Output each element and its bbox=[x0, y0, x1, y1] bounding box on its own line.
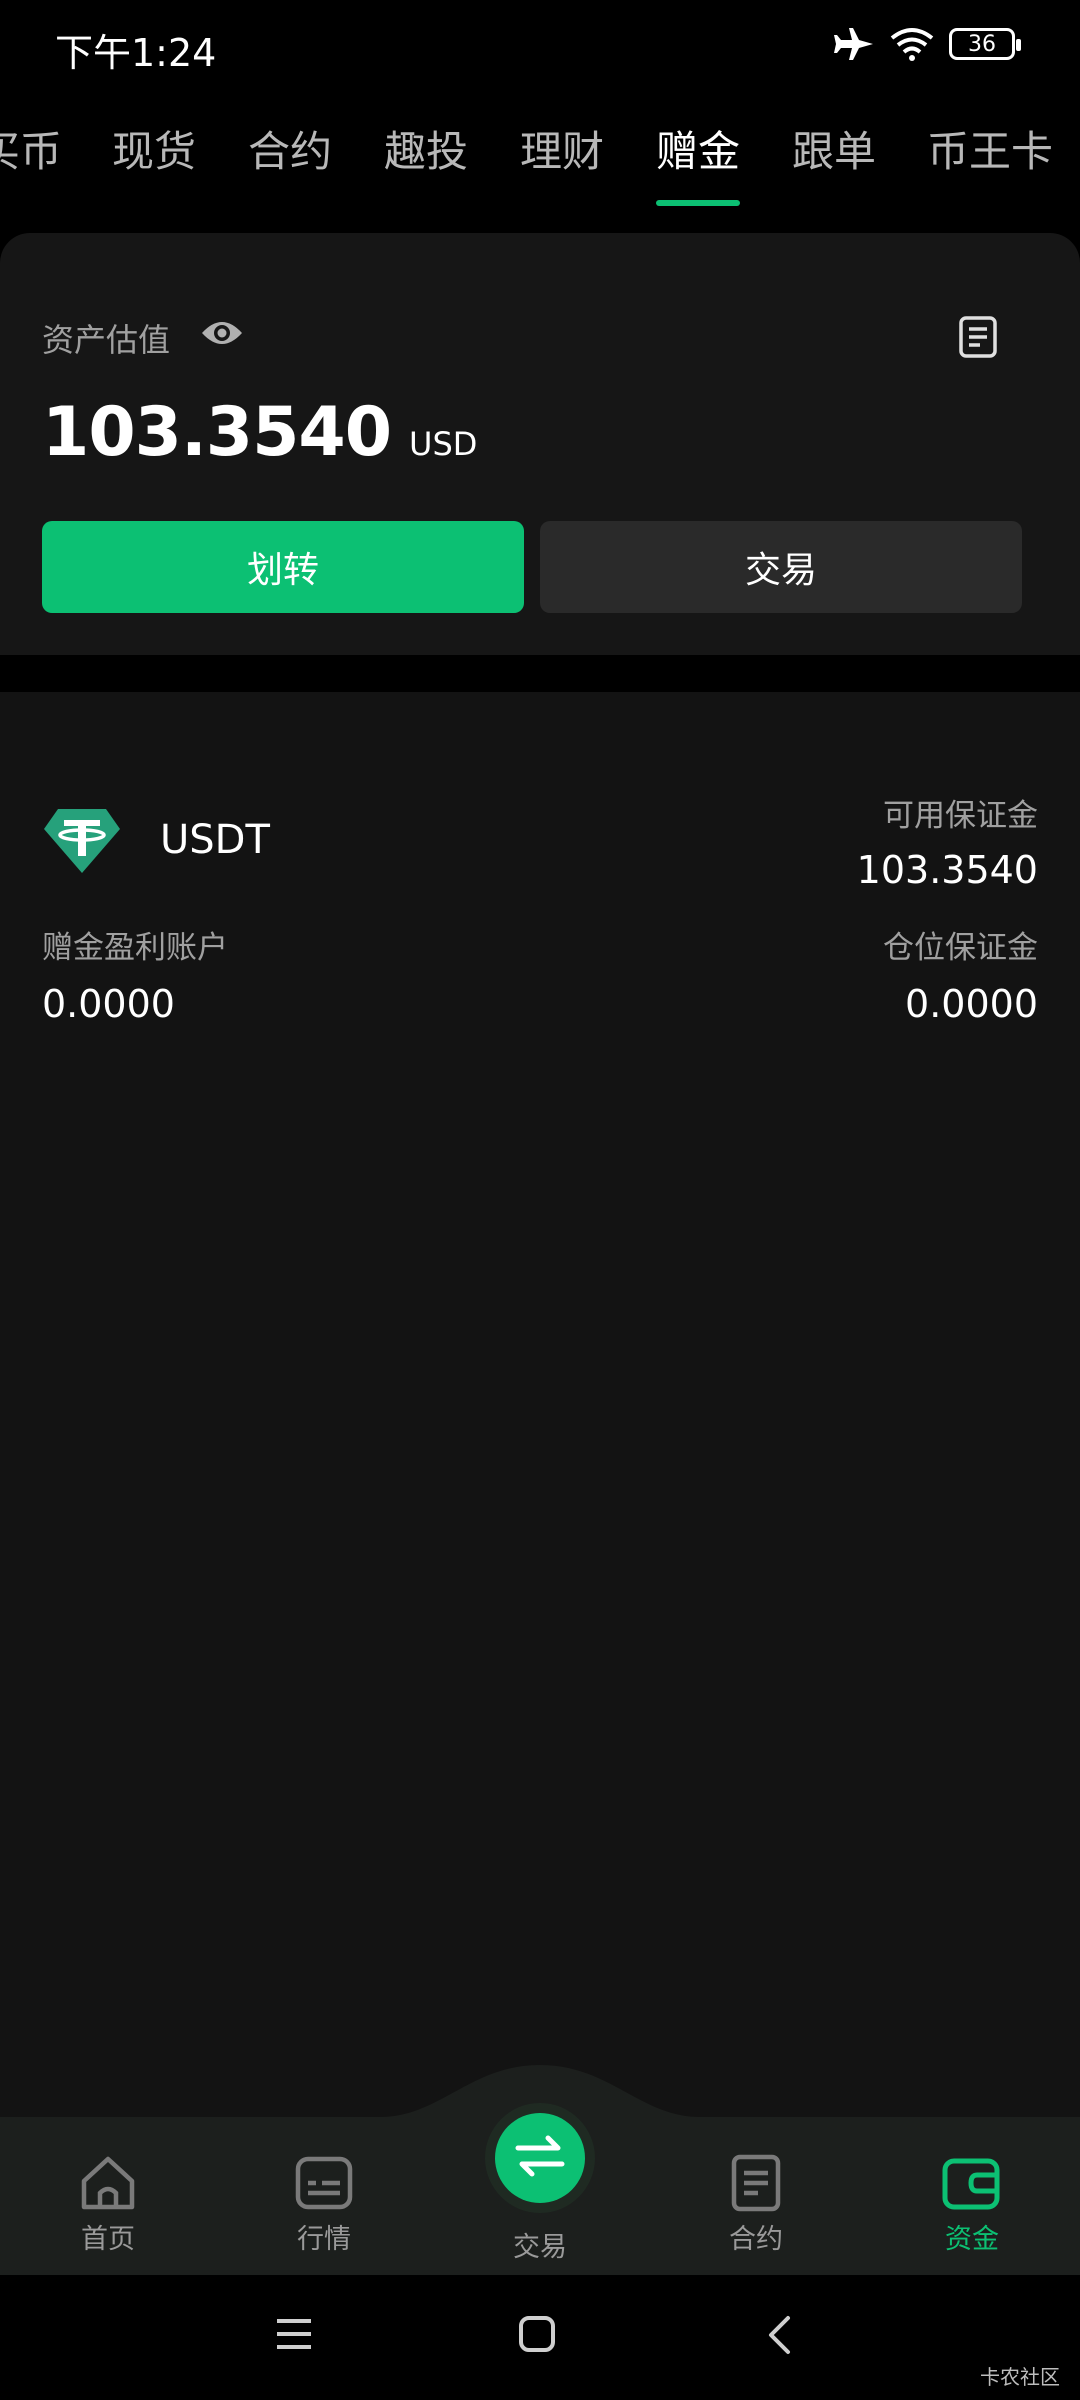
nav-trade[interactable] bbox=[495, 2113, 585, 2203]
tab-fun-invest[interactable]: 趣投 bbox=[384, 118, 468, 179]
airplane-mode-icon bbox=[833, 26, 875, 62]
nav-market-label: 行情 bbox=[297, 2224, 351, 2255]
available-margin-value: 103.3540 bbox=[856, 848, 1038, 892]
wifi-icon bbox=[889, 26, 935, 62]
tab-coin-king-card[interactable]: 币王卡 bbox=[927, 118, 1053, 179]
tab-buy-coin[interactable]: 买币 bbox=[0, 118, 62, 179]
asset-unit: USD bbox=[409, 425, 478, 463]
top-tabs: 买币 现货 合约 趣投 理财 赠金 跟单 币王卡 bbox=[0, 100, 1080, 210]
back-icon[interactable] bbox=[766, 2315, 792, 2359]
asset-value-row: 103.3540 USD bbox=[42, 393, 477, 472]
nav-trade-label: 交易 bbox=[513, 2232, 567, 2263]
available-margin-label: 可用保证金 bbox=[883, 798, 1038, 834]
active-tab-indicator bbox=[656, 200, 740, 206]
status-icons: 36 bbox=[833, 26, 1021, 62]
nav-market[interactable]: 行情 bbox=[249, 2153, 399, 2256]
asset-valuation-label: 资产估值 bbox=[42, 321, 171, 359]
home-button-icon[interactable] bbox=[518, 2315, 556, 2357]
tab-earn[interactable]: 理财 bbox=[520, 118, 604, 179]
tab-futures[interactable]: 合约 bbox=[248, 118, 332, 179]
trade-button[interactable]: 交易 bbox=[540, 521, 1022, 613]
nav-contract[interactable]: 合约 bbox=[681, 2153, 831, 2256]
position-margin-label: 仓位保证金 bbox=[883, 930, 1038, 966]
bonus-profit-value: 0.0000 bbox=[42, 982, 175, 1026]
wallet-icon bbox=[897, 2153, 1047, 2213]
nav-home-label: 首页 bbox=[81, 2224, 135, 2255]
bonus-account-section: USDT 可用保证金 103.3540 赠金盈利账户 0.0000 仓位保证金 … bbox=[0, 692, 1080, 2117]
watermark: 卡农社区 bbox=[980, 2365, 1060, 2389]
records-icon[interactable] bbox=[958, 315, 998, 359]
asset-card: 资产估值 103.3540 USD 划转 交易 bbox=[0, 233, 1080, 655]
market-icon bbox=[249, 2153, 399, 2213]
status-bar: 下午1:24 36 bbox=[0, 0, 1080, 90]
transfer-button[interactable]: 划转 bbox=[42, 521, 524, 613]
menu-icon[interactable] bbox=[275, 2317, 313, 2355]
battery-icon: 36 bbox=[949, 28, 1021, 60]
nav-home[interactable]: 首页 bbox=[33, 2153, 183, 2256]
tab-bonus[interactable]: 赠金 bbox=[656, 118, 740, 179]
nav-assets[interactable]: 资金 bbox=[897, 2153, 1047, 2256]
battery-level: 36 bbox=[968, 31, 996, 57]
bonus-profit-label: 赠金盈利账户 bbox=[42, 930, 228, 966]
home-icon bbox=[33, 2153, 183, 2213]
usdt-icon bbox=[42, 807, 122, 875]
asset-value: 103.3540 bbox=[42, 393, 392, 472]
nav-assets-label: 资金 bbox=[945, 2224, 999, 2255]
position-margin-value: 0.0000 bbox=[905, 982, 1038, 1026]
system-nav-bar: 卡农社区 bbox=[0, 2275, 1080, 2400]
eye-icon[interactable] bbox=[200, 315, 244, 351]
coin-name: USDT bbox=[160, 817, 270, 863]
tab-copy-trade[interactable]: 跟单 bbox=[792, 118, 876, 179]
tab-spot[interactable]: 现货 bbox=[112, 118, 196, 179]
status-time: 下午1:24 bbox=[55, 31, 217, 75]
bottom-nav: 首页 行情 交易 合约 资金 bbox=[0, 2065, 1080, 2275]
nav-contract-label: 合约 bbox=[729, 2224, 783, 2255]
contract-icon bbox=[681, 2153, 831, 2213]
swap-icon bbox=[514, 2134, 566, 2182]
